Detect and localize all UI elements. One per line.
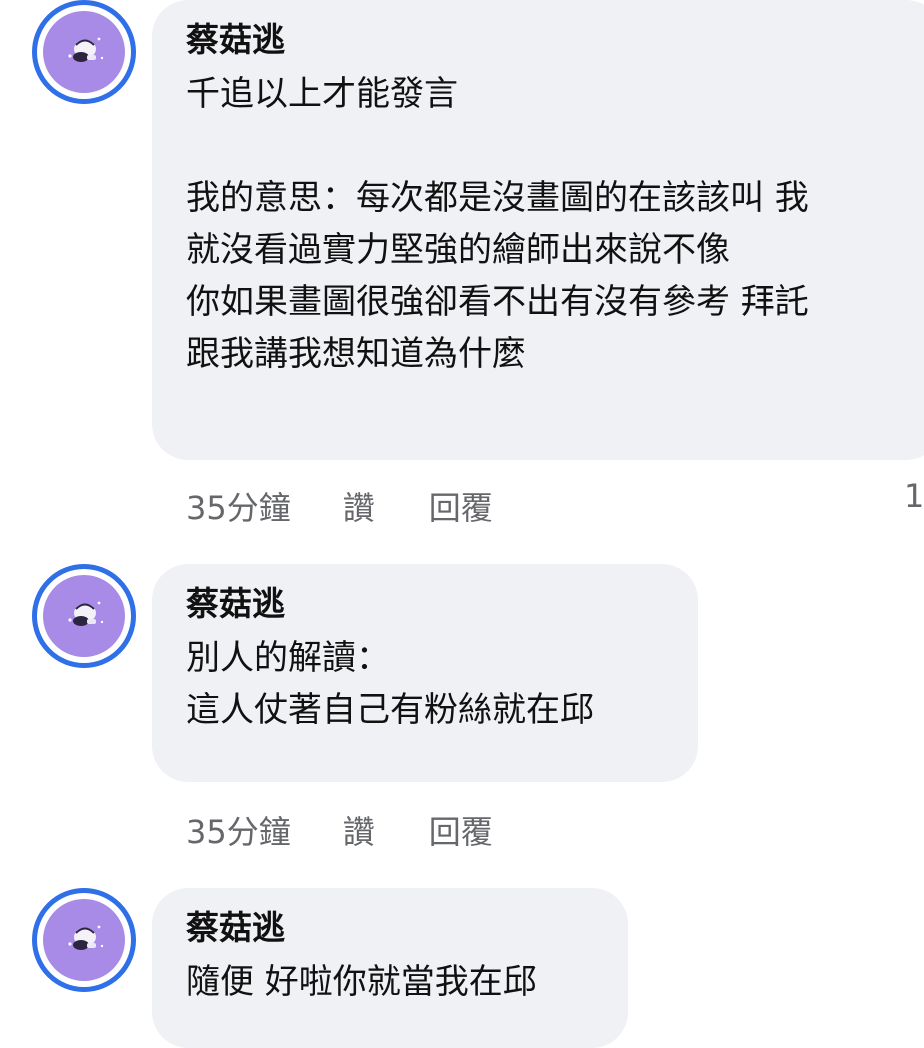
reply-button[interactable]: 回覆 (429, 812, 493, 852)
comment-time: 35分鐘 (186, 489, 291, 527)
comment-bubble: 蔡菇逃 千追以上才能發言 我的意思：每次都是沒畫圖的在該該叫 我 就沒看過實力堅… (152, 0, 924, 460)
comment-line: 這人仗著自己有粉絲就在邱 (186, 690, 594, 730)
comment-line: 千追以上才能發言 (186, 74, 458, 114)
like-button[interactable]: 讚 (343, 812, 375, 852)
comment-line: 就沒看過實力堅強的繪師出來說不像 (186, 230, 730, 270)
comment-line: 你如果畫圖很強卻看不出有沒有參考 拜託 (186, 282, 809, 322)
comment-bubble: 蔡菇逃 隨便 好啦你就當我在邱 (152, 888, 628, 1048)
comment-line: 隨便 好啦你就當我在邱 (186, 962, 537, 1002)
comment-line: 我的意思：每次都是沒畫圖的在該該叫 我 (186, 178, 809, 218)
avatar[interactable] (32, 0, 136, 104)
comment-blank-line (186, 120, 910, 172)
comment-time: 35分鐘 (186, 813, 291, 851)
character-sticker-icon (43, 575, 125, 657)
comment-author[interactable]: 蔡菇逃 (186, 582, 666, 626)
comment-line: 跟我講我想知道為什麼 (186, 334, 526, 374)
reply-button[interactable]: 回覆 (429, 488, 493, 528)
comment-author[interactable]: 蔡菇逃 (186, 18, 910, 62)
avatar[interactable] (32, 564, 136, 668)
comment-author[interactable]: 蔡菇逃 (186, 906, 596, 950)
comment-line: 別人的解讀： (186, 638, 390, 678)
character-sticker-icon (43, 899, 125, 981)
comment-bubble: 蔡菇逃 別人的解讀： 這人仗著自己有粉絲就在邱 (152, 564, 698, 782)
reaction-count[interactable]: 1 (904, 476, 924, 516)
comment-actions: 35分鐘 讚 回覆 (186, 812, 493, 852)
comment-actions: 35分鐘 讚 回覆 (186, 488, 493, 528)
like-button[interactable]: 讚 (343, 488, 375, 528)
avatar[interactable] (32, 888, 136, 992)
character-sticker-icon (43, 11, 125, 93)
